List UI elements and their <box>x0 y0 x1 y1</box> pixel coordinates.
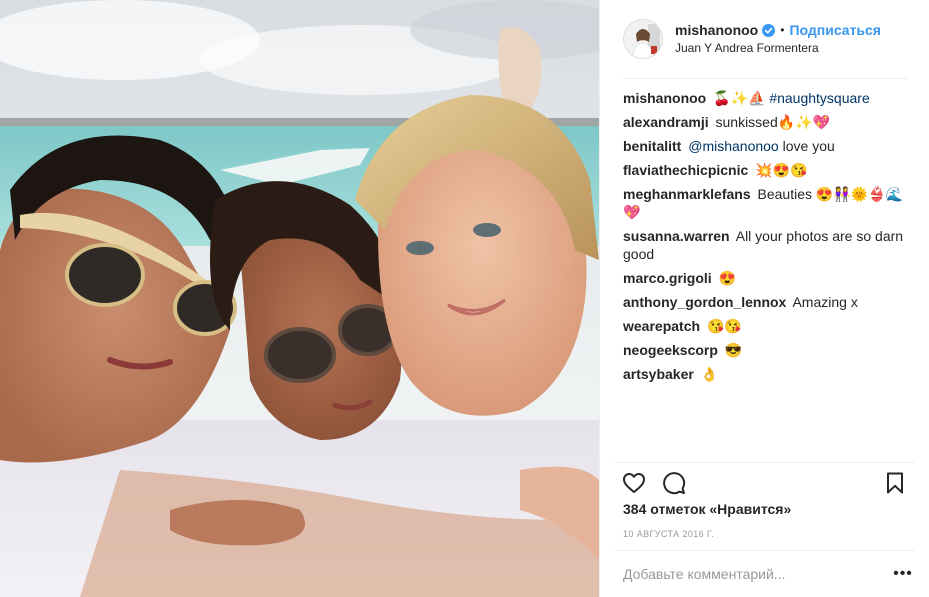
comment-text: 😘😘 <box>706 318 742 334</box>
comment-username[interactable]: anthony_gordon_lennox <box>623 294 786 310</box>
comment-icon <box>663 471 686 494</box>
post-photo[interactable] <box>0 0 599 597</box>
add-comment-bar: ••• <box>614 550 915 597</box>
like-button[interactable] <box>614 463 654 503</box>
comment-item: alexandramji sunkissed🔥✨💖 <box>623 113 909 131</box>
comment-item: mishanonoo 🍒✨⛵ #naughtysquare <box>623 89 909 107</box>
comment-item: neogeekscorp 😎 <box>623 341 909 359</box>
comment-username[interactable]: flaviathechicpicnic <box>623 162 748 178</box>
comment-item: wearepatch 😘😘 <box>623 317 909 335</box>
post: mishanonoo • Подписаться Juan Y Andrea F… <box>0 0 929 597</box>
comment-username[interactable]: benitalitt <box>623 138 681 154</box>
post-header: mishanonoo • Подписаться Juan Y Andrea F… <box>623 0 909 79</box>
add-comment-input[interactable] <box>623 566 891 582</box>
comment-username[interactable]: susanna.warren <box>623 228 730 244</box>
comment-username[interactable]: meghanmarklefans <box>623 186 751 202</box>
separator-dot: • <box>780 23 785 37</box>
header-info: mishanonoo • Подписаться Juan Y Andrea F… <box>675 21 881 57</box>
comment-username[interactable]: mishanonoo <box>623 90 706 106</box>
hashtag-link[interactable]: #naughtysquare <box>769 90 869 106</box>
heart-icon <box>623 472 645 493</box>
comment-item: flaviathechicpicnic 💥😍😘 <box>623 161 909 179</box>
comment-item: susanna.warren All your photos are so da… <box>623 227 909 263</box>
follow-button[interactable]: Подписаться <box>789 21 881 39</box>
post-date: 10 АВГУСТА 2016 Г. <box>623 529 715 539</box>
more-options-icon[interactable]: ••• <box>891 565 915 583</box>
verified-badge-icon <box>762 23 776 37</box>
action-bar <box>614 462 915 502</box>
comment-text: love you <box>778 138 835 154</box>
comment-username[interactable]: marco.grigoli <box>623 270 712 286</box>
comment-item: anthony_gordon_lennox Amazing x <box>623 293 909 311</box>
comment-text: sunkissed🔥✨💖 <box>715 114 831 130</box>
comment-text: Amazing x <box>792 294 858 310</box>
save-button[interactable] <box>875 463 915 503</box>
comment-username[interactable]: wearepatch <box>623 318 700 334</box>
avatar-image <box>624 20 662 58</box>
comments-list: mishanonoo 🍒✨⛵ #naughtysquare alexandram… <box>623 89 909 459</box>
comment-text: 😍 <box>718 270 737 286</box>
comment-username[interactable]: alexandramji <box>623 114 709 130</box>
post-location[interactable]: Juan Y Andrea Formentera <box>675 39 881 57</box>
comment-username[interactable]: neogeekscorp <box>623 342 718 358</box>
likes-count[interactable]: 384 отметок «Нравится» <box>623 501 791 517</box>
beach-selfie-image <box>0 0 599 597</box>
author-username[interactable]: mishanonoo <box>675 21 758 39</box>
comment-text: 👌 <box>700 366 719 382</box>
mention-link[interactable]: @mishanonoo <box>688 138 779 154</box>
comment-text: 😎 <box>724 342 743 358</box>
comment-text: 🍒✨⛵ <box>713 90 766 106</box>
comment-button[interactable] <box>654 463 694 503</box>
comment-item: artsybaker 👌 <box>623 365 909 383</box>
header-row: mishanonoo • Подписаться <box>675 21 881 39</box>
comment-text: 💥😍😘 <box>755 162 808 178</box>
comment-item: marco.grigoli 😍 <box>623 269 909 287</box>
comment-item: benitalitt @mishanonoo love you <box>623 137 909 155</box>
avatar[interactable] <box>623 19 663 59</box>
comment-item: meghanmarklefans Beauties 😍👭🌞👙🌊💖 <box>623 185 909 221</box>
bookmark-icon <box>887 472 903 493</box>
comment-username[interactable]: artsybaker <box>623 366 694 382</box>
post-sidebar: mishanonoo • Подписаться Juan Y Andrea F… <box>599 0 929 597</box>
